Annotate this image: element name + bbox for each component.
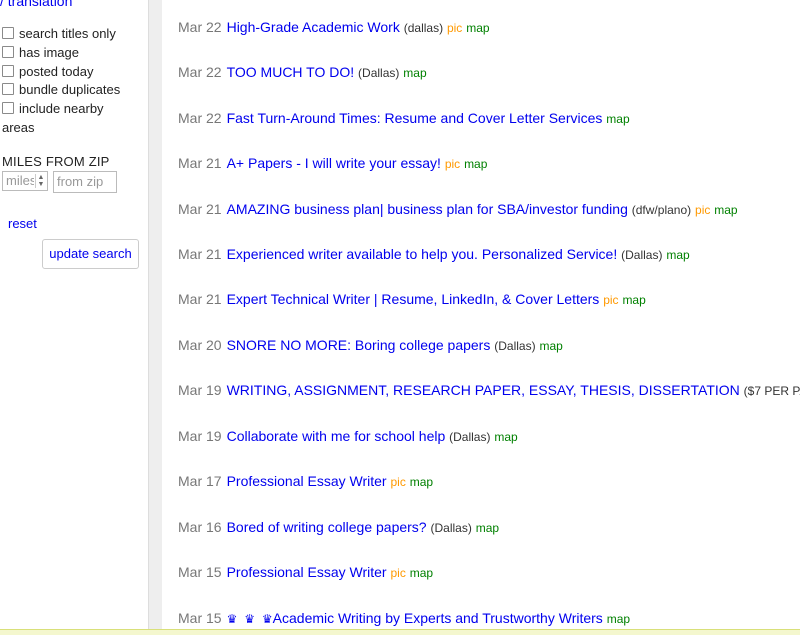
option-include-nearby[interactable]: include nearby <box>2 101 104 116</box>
pic-tag: pic <box>390 475 406 489</box>
spinner-icon[interactable]: ▲ ▼ <box>35 174 46 188</box>
listing-location: (dfw/plano) <box>631 203 692 217</box>
miles-from-zip-label: MILES FROM ZIP <box>2 154 110 169</box>
update-search-button[interactable]: update search <box>42 239 139 269</box>
listing-row: Mar 15 ♛ ♛ ♛Academic Writing by Experts a… <box>178 609 630 628</box>
listing-title[interactable]: TOO MUCH TO DO! <box>227 64 355 80</box>
listing-location: (Dallas) <box>358 66 400 80</box>
listing-title[interactable]: Experienced writer available to help you… <box>227 246 618 262</box>
listing-row: Mar 22 TOO MUCH TO DO! (Dallas) map <box>178 63 427 82</box>
pic-tag: pic <box>446 21 463 35</box>
listing-date: Mar 21 <box>178 291 222 307</box>
listing-title[interactable]: Professional Essay Writer <box>227 564 387 580</box>
map-link[interactable]: map <box>666 248 689 262</box>
checkbox[interactable] <box>2 46 14 58</box>
listing-row: Mar 21 Experienced writer available to he… <box>178 245 690 264</box>
listing-date: Mar 17 <box>178 473 222 489</box>
checkbox[interactable] <box>2 102 14 114</box>
listing-date: Mar 22 <box>178 110 222 126</box>
listing-title[interactable]: AMAZING business plan| business plan for… <box>227 201 628 217</box>
checkbox[interactable] <box>2 65 14 77</box>
listing-location: (Dallas) <box>430 521 472 535</box>
divider-strip <box>148 0 163 634</box>
listing-row: Mar 19 WRITING, ASSIGNMENT, RESEARCH PAPE… <box>178 381 800 400</box>
listing-title[interactable]: Fast Turn-Around Times: Resume and Cover… <box>227 110 603 126</box>
map-link[interactable]: map <box>607 612 630 626</box>
listing-date: Mar 19 <box>178 382 222 398</box>
listing-row: Mar 22 High-Grade Academic Work (dallas) … <box>178 18 490 37</box>
listing-location: (Dallas) <box>621 248 663 262</box>
listing-row: Mar 21 A+ Papers - I will write your essa… <box>178 154 487 173</box>
map-link[interactable]: map <box>410 566 433 580</box>
crown-icon: ♛ <box>226 612 238 626</box>
listing-title[interactable]: Professional Essay Writer <box>227 473 387 489</box>
listing-date: Mar 19 <box>178 428 222 444</box>
listing-date: Mar 15 <box>178 564 222 580</box>
map-link[interactable]: map <box>466 21 489 35</box>
listing-title[interactable]: SNORE NO MORE: Boring college papers <box>227 337 491 353</box>
listing-date: Mar 20 <box>178 337 222 353</box>
listing-location: (Dallas) <box>494 339 536 353</box>
listing-row: Mar 15 Professional Essay Writer pic map <box>178 563 433 582</box>
map-link[interactable]: map <box>539 339 562 353</box>
listing-title[interactable]: Expert Technical Writer | Resume, Linked… <box>227 291 600 307</box>
listing-row: Mar 16 Bored of writing college papers? (… <box>178 518 499 537</box>
option-posted-today[interactable]: posted today <box>2 64 93 79</box>
listing-location: ($7 PER PAGE) <box>743 384 800 398</box>
listing-row: Mar 19 Collaborate with me for school hel… <box>178 427 518 446</box>
listing-date: Mar 21 <box>178 201 222 217</box>
listing-row: Mar 17 Professional Essay Writer pic map <box>178 472 433 491</box>
option-bundle-duplicates[interactable]: bundle duplicates <box>2 82 120 97</box>
map-link[interactable]: map <box>410 475 433 489</box>
map-link[interactable]: map <box>494 430 517 444</box>
crown-icon: ♛ <box>244 612 255 626</box>
listing-date: Mar 21 <box>178 155 222 171</box>
map-link[interactable]: map <box>606 112 629 126</box>
listing-date: Mar 22 <box>178 64 222 80</box>
map-link[interactable]: map <box>464 157 487 171</box>
pic-tag: pic <box>444 157 461 171</box>
sidebar: / translation search titles only has ima… <box>0 0 148 634</box>
listing-title[interactable]: A+ Papers - I will write your essay! <box>227 155 441 171</box>
listing-title[interactable]: Academic Writing by Experts and Trustwor… <box>273 610 603 626</box>
listing-date: Mar 22 <box>178 19 222 35</box>
listing-row: Mar 20 SNORE NO MORE: Boring college pape… <box>178 336 563 355</box>
map-link[interactable]: map <box>714 203 737 217</box>
translation-link[interactable]: / translation <box>0 0 72 9</box>
miles-placeholder: miles <box>6 173 34 188</box>
miles-input[interactable]: miles ▲ ▼ <box>2 171 48 191</box>
map-link[interactable]: map <box>622 293 645 307</box>
checkbox[interactable] <box>2 83 14 95</box>
listing-row: Mar 21 AMAZING business plan| business pl… <box>178 200 738 219</box>
listing-row: Mar 21 Expert Technical Writer | Resume, … <box>178 290 646 309</box>
pic-tag: pic <box>603 293 619 307</box>
listing-results: Mar 22 High-Grade Academic Work (dallas) … <box>162 0 800 634</box>
map-link[interactable]: map <box>403 66 426 80</box>
bottom-bar <box>0 629 800 635</box>
option-search-titles-only[interactable]: search titles only <box>2 26 116 41</box>
listing-date: Mar 21 <box>178 246 222 262</box>
listing-location: (Dallas) <box>449 430 491 444</box>
listing-title[interactable]: High-Grade Academic Work <box>227 19 400 35</box>
map-link[interactable]: map <box>476 521 499 535</box>
listing-title[interactable]: Bored of writing college papers? <box>227 519 427 535</box>
listing-row: Mar 22 Fast Turn-Around Times: Resume and… <box>178 109 630 128</box>
checkbox[interactable] <box>2 27 14 39</box>
pic-tag: pic <box>695 203 711 217</box>
zip-input[interactable]: from zip <box>53 171 117 193</box>
listing-date: Mar 15 <box>178 610 222 626</box>
include-nearby-continuation: areas <box>2 120 35 135</box>
reset-link[interactable]: reset <box>8 216 37 231</box>
crown-icon: ♛ <box>261 612 273 626</box>
listing-location: (dallas) <box>403 21 444 35</box>
listing-date: Mar 16 <box>178 519 222 535</box>
pic-tag: pic <box>390 566 406 580</box>
option-has-image[interactable]: has image <box>2 45 79 60</box>
listing-title[interactable]: Collaborate with me for school help <box>227 428 446 444</box>
listing-title[interactable]: WRITING, ASSIGNMENT, RESEARCH PAPER, ESS… <box>227 382 740 398</box>
